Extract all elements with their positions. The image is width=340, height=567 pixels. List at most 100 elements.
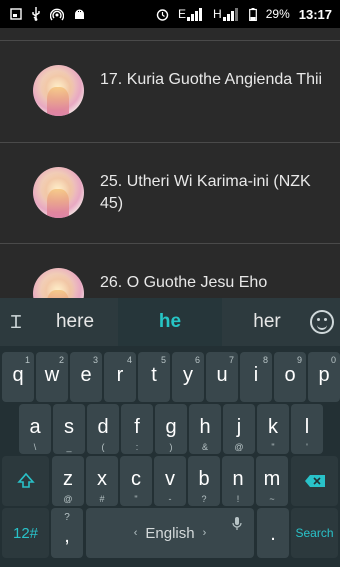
- key-j[interactable]: j @: [223, 404, 255, 454]
- key-number-hint: 4: [126, 355, 132, 365]
- key-symbol-hint: ): [169, 442, 173, 452]
- key-label: k: [268, 416, 278, 438]
- key-label: q: [12, 364, 24, 386]
- emoji-icon[interactable]: [310, 310, 334, 334]
- clock: 13:17: [298, 6, 332, 22]
- search-label: Search: [295, 526, 334, 540]
- suggestion-right[interactable]: her: [222, 298, 312, 346]
- android-icon: [73, 8, 86, 21]
- key-o[interactable]: o9: [274, 352, 306, 402]
- key-label: h: [199, 416, 211, 438]
- key-label: s: [64, 416, 74, 438]
- network-e-label: E: [178, 7, 187, 21]
- key-symbol-hint: !: [236, 494, 240, 504]
- song-thumbnail: [33, 65, 84, 116]
- key-symbol-hint: &: [201, 442, 208, 452]
- list-item-title: 25. Utheri Wi Karima-ini (NZK 45): [100, 173, 311, 212]
- backspace-key[interactable]: [291, 456, 338, 506]
- key-label: n: [232, 468, 244, 490]
- language-chevron-right-icon: ›: [202, 527, 207, 539]
- key-number-hint: 0: [330, 355, 336, 365]
- list-item-title: 26. O Guothe Jesu Eho: [100, 274, 268, 291]
- key-b[interactable]: b?: [188, 456, 220, 506]
- key-symbol-hint: \: [33, 442, 37, 452]
- key-number-hint: 8: [262, 355, 268, 365]
- key-symbol-hint: _: [66, 442, 72, 452]
- suggestion-center[interactable]: he: [118, 298, 222, 346]
- key-label: e: [80, 364, 92, 386]
- song-thumbnail: [33, 167, 84, 218]
- list-item[interactable]: 25. Utheri Wi Karima-ini (NZK 45): [0, 143, 340, 244]
- key-z[interactable]: z @: [52, 456, 84, 506]
- key-c[interactable]: c ": [120, 456, 152, 506]
- key-h[interactable]: h &: [189, 404, 221, 454]
- soft-keyboard: Ɪ here he her 12# ? , ‹ English › . Sear…: [0, 298, 340, 567]
- symbols-key[interactable]: 12#: [2, 508, 49, 558]
- microphone-icon: [232, 517, 242, 536]
- shift-key[interactable]: [2, 456, 49, 506]
- key-l[interactable]: l ': [291, 404, 323, 454]
- key-label: p: [318, 364, 330, 386]
- key-symbol-hint: ": [134, 494, 138, 504]
- key-i[interactable]: i8: [240, 352, 272, 402]
- key-m[interactable]: m ~: [256, 456, 288, 506]
- key-number-hint: 2: [58, 355, 64, 365]
- screen-icon: [10, 8, 22, 20]
- key-q[interactable]: q1: [2, 352, 34, 402]
- key-x[interactable]: x #: [86, 456, 118, 506]
- comma-alt-label: ?: [64, 512, 70, 523]
- key-g[interactable]: g): [155, 404, 187, 454]
- text-cursor-icon[interactable]: Ɪ: [4, 310, 28, 334]
- key-symbol-hint: (: [101, 442, 105, 452]
- key-label: f: [134, 416, 140, 438]
- key-symbol-hint: -: [168, 494, 172, 504]
- symbols-label: 12#: [12, 524, 39, 542]
- key-label: w: [44, 364, 60, 386]
- key-d[interactable]: d(: [87, 404, 119, 454]
- hotspot-icon: [50, 7, 64, 21]
- key-y[interactable]: y6: [172, 352, 204, 402]
- key-symbol-hint: ': [306, 442, 308, 452]
- comma-label: ,: [64, 525, 70, 547]
- key-label: u: [216, 364, 228, 386]
- key-r[interactable]: r4: [104, 352, 136, 402]
- key-label: x: [97, 468, 107, 490]
- search-key[interactable]: Search: [291, 508, 338, 558]
- key-n[interactable]: n!: [222, 456, 254, 506]
- key-f[interactable]: f:: [121, 404, 153, 454]
- key-w[interactable]: w2: [36, 352, 68, 402]
- key-number-hint: 1: [24, 355, 30, 365]
- spacebar-label: English: [145, 524, 195, 542]
- signal-e-icon: E: [178, 7, 204, 21]
- key-p[interactable]: p0: [308, 352, 340, 402]
- key-k[interactable]: k ": [257, 404, 289, 454]
- battery-percent: 29%: [265, 7, 290, 21]
- suggestion-left[interactable]: here: [32, 298, 118, 346]
- key-label: v: [165, 468, 175, 490]
- key-symbol-hint: ": [271, 442, 275, 452]
- list-item[interactable]: 26. O Guothe Jesu Eho: [0, 244, 340, 298]
- network-h-label: H: [213, 7, 222, 21]
- key-number-hint: 9: [296, 355, 302, 365]
- key-label: r: [116, 364, 124, 386]
- key-t[interactable]: t5: [138, 352, 170, 402]
- key-label: m: [263, 468, 281, 490]
- key-symbol-hint: @: [234, 442, 244, 452]
- key-s[interactable]: s _: [53, 404, 85, 454]
- comma-key[interactable]: ? ,: [51, 508, 83, 558]
- key-label: b: [198, 468, 210, 490]
- key-u[interactable]: u7: [206, 352, 238, 402]
- key-label: l: [304, 416, 310, 438]
- spacebar[interactable]: ‹ English ›: [86, 508, 254, 558]
- period-key[interactable]: .: [257, 508, 289, 558]
- key-label: y: [183, 364, 193, 386]
- key-v[interactable]: v-: [154, 456, 186, 506]
- key-a[interactable]: a \: [19, 404, 51, 454]
- key-label: d: [97, 416, 109, 438]
- list-item[interactable]: 17. Kuria Guothe Angienda Thii: [0, 41, 340, 142]
- status-bar: E H 29% 13:17: [0, 0, 340, 28]
- key-label: i: [253, 364, 259, 386]
- key-e[interactable]: e3: [70, 352, 102, 402]
- key-label: t: [151, 364, 157, 386]
- key-symbol-hint: ?: [201, 494, 207, 504]
